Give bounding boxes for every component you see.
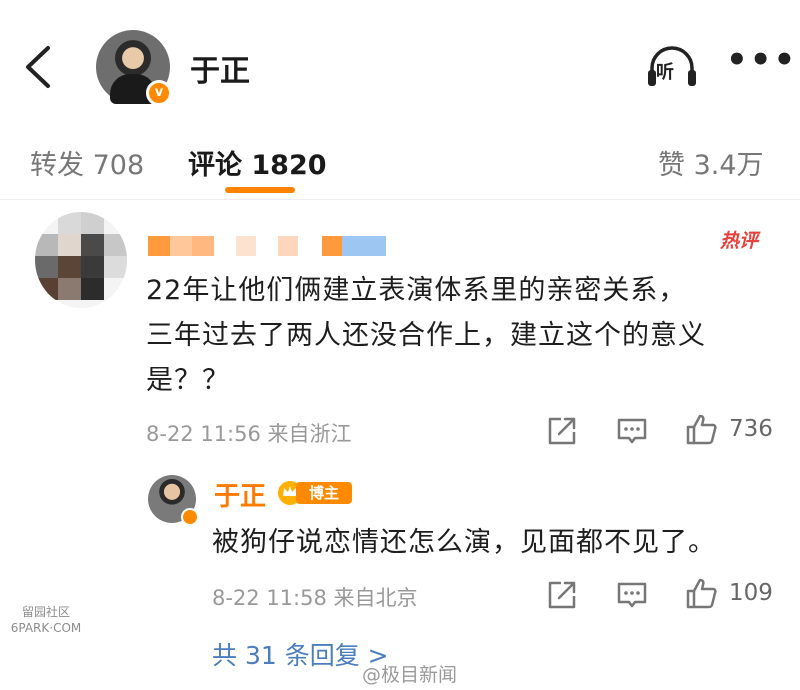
- comment-line: 三年过去了两人还没合作上，建立这个的意义: [146, 320, 706, 351]
- avatar-mosaic: [58, 212, 81, 234]
- hot-comment-badge: 热评: [720, 230, 759, 252]
- like-button[interactable]: [685, 412, 719, 446]
- reply-body: 被狗仔说恋情还怎么演，见面都不见了。: [212, 527, 716, 558]
- commenter-avatar[interactable]: [35, 212, 127, 308]
- avatar-mosaic: [35, 234, 58, 256]
- avatar-mosaic: [58, 234, 81, 256]
- comment-body: 22年让他们俩建立表演体系里的亲密关系， 三年过去了两人还没合作上，建立这个的意…: [146, 268, 786, 403]
- avatar-mosaic: [81, 256, 104, 278]
- back-button[interactable]: [20, 42, 56, 92]
- share-button[interactable]: [545, 414, 579, 448]
- share-button[interactable]: [545, 578, 579, 612]
- reply-button[interactable]: [615, 578, 649, 612]
- author-badge-label: 博主: [296, 482, 352, 504]
- share-icon: [548, 417, 576, 445]
- avatar-mosaic: [81, 212, 104, 234]
- tab-likes[interactable]: 赞 3.4万: [658, 143, 764, 182]
- author-badge: 博主: [276, 478, 354, 506]
- like-count: 109: [729, 580, 773, 606]
- listen-button[interactable]: 听: [646, 44, 698, 90]
- avatar-mosaic: [81, 278, 104, 300]
- commenter-name-redacted[interactable]: [148, 236, 388, 256]
- page-title[interactable]: 于正: [190, 46, 250, 90]
- redaction-block: [278, 236, 298, 256]
- avatar-mosaic: [58, 256, 81, 278]
- redaction-block: [148, 236, 170, 256]
- thumbs-up-icon: [686, 414, 717, 445]
- share-icon: [548, 581, 576, 609]
- comment-actions: 736: [545, 414, 785, 454]
- reply-author-name[interactable]: 于正: [214, 476, 266, 513]
- reply-author-avatar[interactable]: [148, 475, 199, 526]
- reply-actions: 109: [545, 578, 785, 618]
- reply-meta: 8-22 11:58 来自北京: [212, 586, 418, 610]
- watermark-line: 6PARK·COM: [10, 621, 82, 635]
- avatar-mosaic: [104, 256, 127, 278]
- redaction-block: [236, 236, 256, 256]
- comment-icon: [617, 418, 647, 444]
- watermark-line: 留园社区: [21, 605, 70, 619]
- comment-line: 22年让他们俩建立表演体系里的亲密关系，: [146, 275, 687, 306]
- more-options-button[interactable]: •••: [726, 43, 795, 80]
- avatar-mosaic: [35, 256, 58, 278]
- redaction-block: [170, 236, 192, 256]
- top-bar: v 于正 听 •••: [0, 0, 800, 125]
- tab-reposts[interactable]: 转发 708: [30, 143, 144, 182]
- listen-label: 听: [656, 62, 674, 83]
- watermark-6park: 留园社区 6PARK·COM: [6, 604, 86, 636]
- avatar-mosaic: [35, 278, 58, 300]
- profile-avatar[interactable]: v: [96, 30, 172, 106]
- tab-bar: 转发 708 评论 1820 赞 3.4万: [0, 125, 800, 200]
- redaction-block: [192, 236, 214, 256]
- active-tab-indicator: [225, 187, 295, 193]
- avatar-mosaic: [58, 278, 81, 300]
- like-count: 736: [729, 416, 773, 442]
- watermark-source: @极目新闻: [362, 664, 458, 686]
- redaction-block: [322, 236, 342, 256]
- avatar-mosaic: [104, 234, 127, 256]
- comment-line: 是？？: [146, 365, 230, 396]
- thumbs-up-icon: [686, 578, 717, 609]
- comment-icon: [617, 582, 647, 608]
- redaction-block: [342, 236, 386, 256]
- reply-button[interactable]: [615, 414, 649, 448]
- chevron-left-icon: [26, 46, 50, 88]
- verified-icon: v: [146, 80, 172, 106]
- like-button[interactable]: [685, 576, 719, 610]
- tab-comments[interactable]: 评论 1820: [188, 143, 327, 182]
- comment-meta: 8-22 11:56 来自浙江: [146, 422, 352, 446]
- verified-icon: [181, 508, 199, 526]
- avatar-mosaic: [81, 234, 104, 256]
